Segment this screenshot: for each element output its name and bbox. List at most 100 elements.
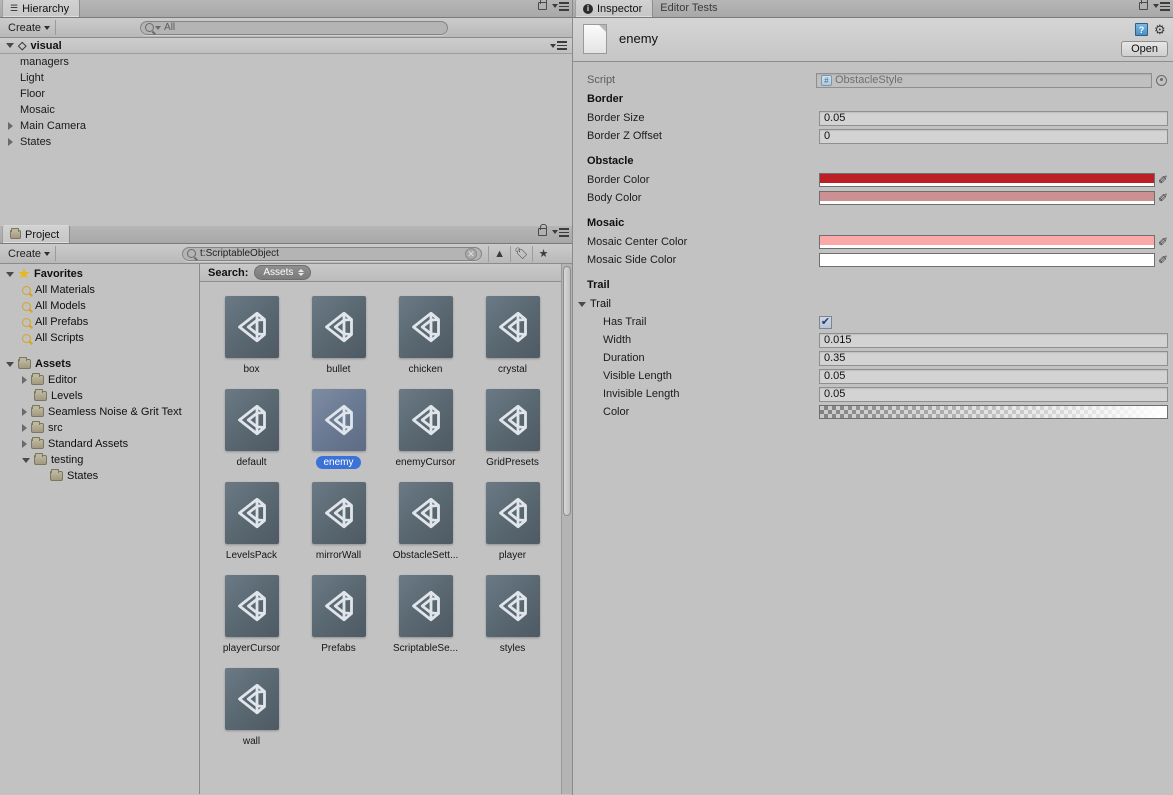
- project-tree-item[interactable]: Levels: [0, 388, 199, 404]
- asset-item[interactable]: ScriptableSe...: [382, 575, 469, 658]
- hierarchy-item[interactable]: Light: [0, 70, 572, 86]
- project-create-button[interactable]: Create: [3, 246, 57, 261]
- gear-icon[interactable]: ⚙: [1154, 23, 1167, 36]
- search-dropdown-icon[interactable]: [155, 25, 162, 30]
- help-icon[interactable]: ?: [1135, 23, 1148, 36]
- eyedropper-icon[interactable]: ✐: [1158, 191, 1168, 205]
- project-tree-item[interactable]: States: [0, 468, 199, 484]
- eyedropper-icon[interactable]: ✐: [1158, 235, 1168, 249]
- property-text-input[interactable]: 0.05: [819, 110, 1168, 126]
- favorite-filter-icon[interactable]: ★: [532, 245, 554, 262]
- asset-item[interactable]: styles: [469, 575, 556, 658]
- property-row: Body Color ✐: [573, 189, 1173, 207]
- lock-icon[interactable]: [538, 224, 547, 237]
- asset-item[interactable]: crystal: [469, 296, 556, 379]
- favorites-item[interactable]: All Scripts: [0, 330, 199, 346]
- asset-item[interactable]: default: [208, 389, 295, 472]
- tab-project[interactable]: Project: [2, 225, 71, 243]
- hierarchy-search-input[interactable]: All: [140, 20, 449, 35]
- hierarchy-item[interactable]: Mosaic: [0, 102, 572, 118]
- open-button[interactable]: Open: [1121, 41, 1168, 57]
- inspector-menu-icon[interactable]: [1153, 2, 1170, 11]
- asset-file-icon: [583, 24, 607, 54]
- expand-triangle-icon[interactable]: [22, 424, 27, 432]
- scene-expand-triangle-icon[interactable]: [6, 43, 14, 48]
- color-swatch[interactable]: [819, 173, 1155, 187]
- expand-triangle-icon[interactable]: [22, 408, 27, 416]
- asset-item[interactable]: playerCursor: [208, 575, 295, 658]
- collapse-triangle-icon[interactable]: [22, 457, 30, 463]
- asset-item[interactable]: enemyCursor: [382, 389, 469, 472]
- favorites-item[interactable]: All Materials: [0, 282, 199, 298]
- project-scrollbar[interactable]: [561, 264, 572, 794]
- hierarchy-item[interactable]: Floor: [0, 86, 572, 102]
- expand-triangle-icon[interactable]: [22, 440, 27, 448]
- color-swatch[interactable]: [819, 235, 1155, 249]
- favorites-item-label: All Prefabs: [35, 316, 89, 328]
- scriptable-object-icon: [224, 296, 279, 358]
- asset-item[interactable]: bullet: [295, 296, 382, 379]
- hierarchy-create-button[interactable]: Create: [3, 20, 57, 35]
- trail-foldout[interactable]: Trail: [573, 295, 1173, 313]
- property-row: Has Trail ✔: [573, 313, 1173, 331]
- asset-item-label: box: [243, 364, 260, 375]
- label-filter-icon[interactable]: 🏷: [510, 245, 532, 262]
- property-checkbox[interactable]: ✔: [819, 315, 832, 329]
- tree-assets-root[interactable]: Assets: [0, 356, 199, 372]
- asset-item[interactable]: ObstacleSett...: [382, 482, 469, 565]
- hierarchy-menu-icon[interactable]: [552, 2, 569, 11]
- favorites-item[interactable]: All Models: [0, 298, 199, 314]
- property-text-input[interactable]: 0.015: [819, 332, 1168, 348]
- project-tree-item[interactable]: testing: [0, 452, 199, 468]
- favorites-item[interactable]: All Prefabs: [0, 314, 199, 330]
- hierarchy-item[interactable]: States: [0, 134, 572, 150]
- color-swatch[interactable]: [819, 191, 1155, 205]
- property-text-input[interactable]: 0.35: [819, 350, 1168, 366]
- eyedropper-icon[interactable]: ✐: [1158, 253, 1168, 267]
- eyedropper-icon[interactable]: ✐: [1158, 173, 1168, 187]
- project-tree-item[interactable]: Seamless Noise & Grit Text: [0, 404, 199, 420]
- property-text-input[interactable]: 0.05: [819, 386, 1168, 402]
- expand-triangle-icon[interactable]: [22, 376, 27, 384]
- lock-icon[interactable]: [1139, 0, 1148, 11]
- hierarchy-item[interactable]: Main Camera: [0, 118, 572, 134]
- property-text-input[interactable]: 0.05: [819, 368, 1168, 384]
- property-text-input[interactable]: 0: [819, 128, 1168, 144]
- asset-item[interactable]: wall: [208, 668, 295, 751]
- asset-item[interactable]: mirrorWall: [295, 482, 382, 565]
- project-tree-item[interactable]: src: [0, 420, 199, 436]
- favorites-expand-triangle-icon[interactable]: [6, 271, 14, 277]
- asset-item[interactable]: player: [469, 482, 556, 565]
- hierarchy-item[interactable]: managers: [0, 54, 572, 70]
- collapse-triangle-icon[interactable]: [578, 301, 586, 307]
- tab-editor-tests[interactable]: Editor Tests: [653, 0, 727, 17]
- clear-search-icon[interactable]: ✕: [465, 247, 478, 260]
- type-filter-icon[interactable]: ▲: [488, 245, 510, 262]
- tree-favorites-root[interactable]: ★ Favorites: [0, 266, 199, 282]
- folder-icon: [34, 453, 47, 465]
- color-swatch[interactable]: [819, 253, 1155, 267]
- tab-inspector[interactable]: i Inspector: [575, 0, 654, 17]
- expand-triangle-icon[interactable]: [8, 138, 13, 146]
- project-search-input[interactable]: t:ScriptableObject ✕: [182, 246, 483, 261]
- asset-item[interactable]: chicken: [382, 296, 469, 379]
- saved-search-icon: [22, 317, 31, 327]
- asset-item[interactable]: LevelsPack: [208, 482, 295, 565]
- project-scrollbar-thumb[interactable]: [563, 266, 571, 516]
- gradient-color-swatch[interactable]: [819, 405, 1168, 419]
- hierarchy-scene-row[interactable]: ◇ visual: [0, 38, 572, 54]
- project-tree-item[interactable]: Editor: [0, 372, 199, 388]
- tab-hierarchy[interactable]: ☰ Hierarchy: [2, 0, 81, 17]
- asset-item[interactable]: GridPresets: [469, 389, 556, 472]
- scene-menu-icon[interactable]: [550, 41, 567, 50]
- asset-item[interactable]: enemy: [295, 389, 382, 472]
- script-picker-icon[interactable]: [1156, 74, 1167, 86]
- project-menu-icon[interactable]: [552, 228, 569, 237]
- expand-triangle-icon[interactable]: [8, 122, 13, 130]
- asset-item[interactable]: box: [208, 296, 295, 379]
- assets-expand-triangle-icon[interactable]: [6, 361, 14, 367]
- search-scope-dropdown[interactable]: Assets: [254, 265, 312, 280]
- project-tree-item[interactable]: Standard Assets: [0, 436, 199, 452]
- asset-item[interactable]: Prefabs: [295, 575, 382, 658]
- lock-icon[interactable]: [538, 0, 547, 11]
